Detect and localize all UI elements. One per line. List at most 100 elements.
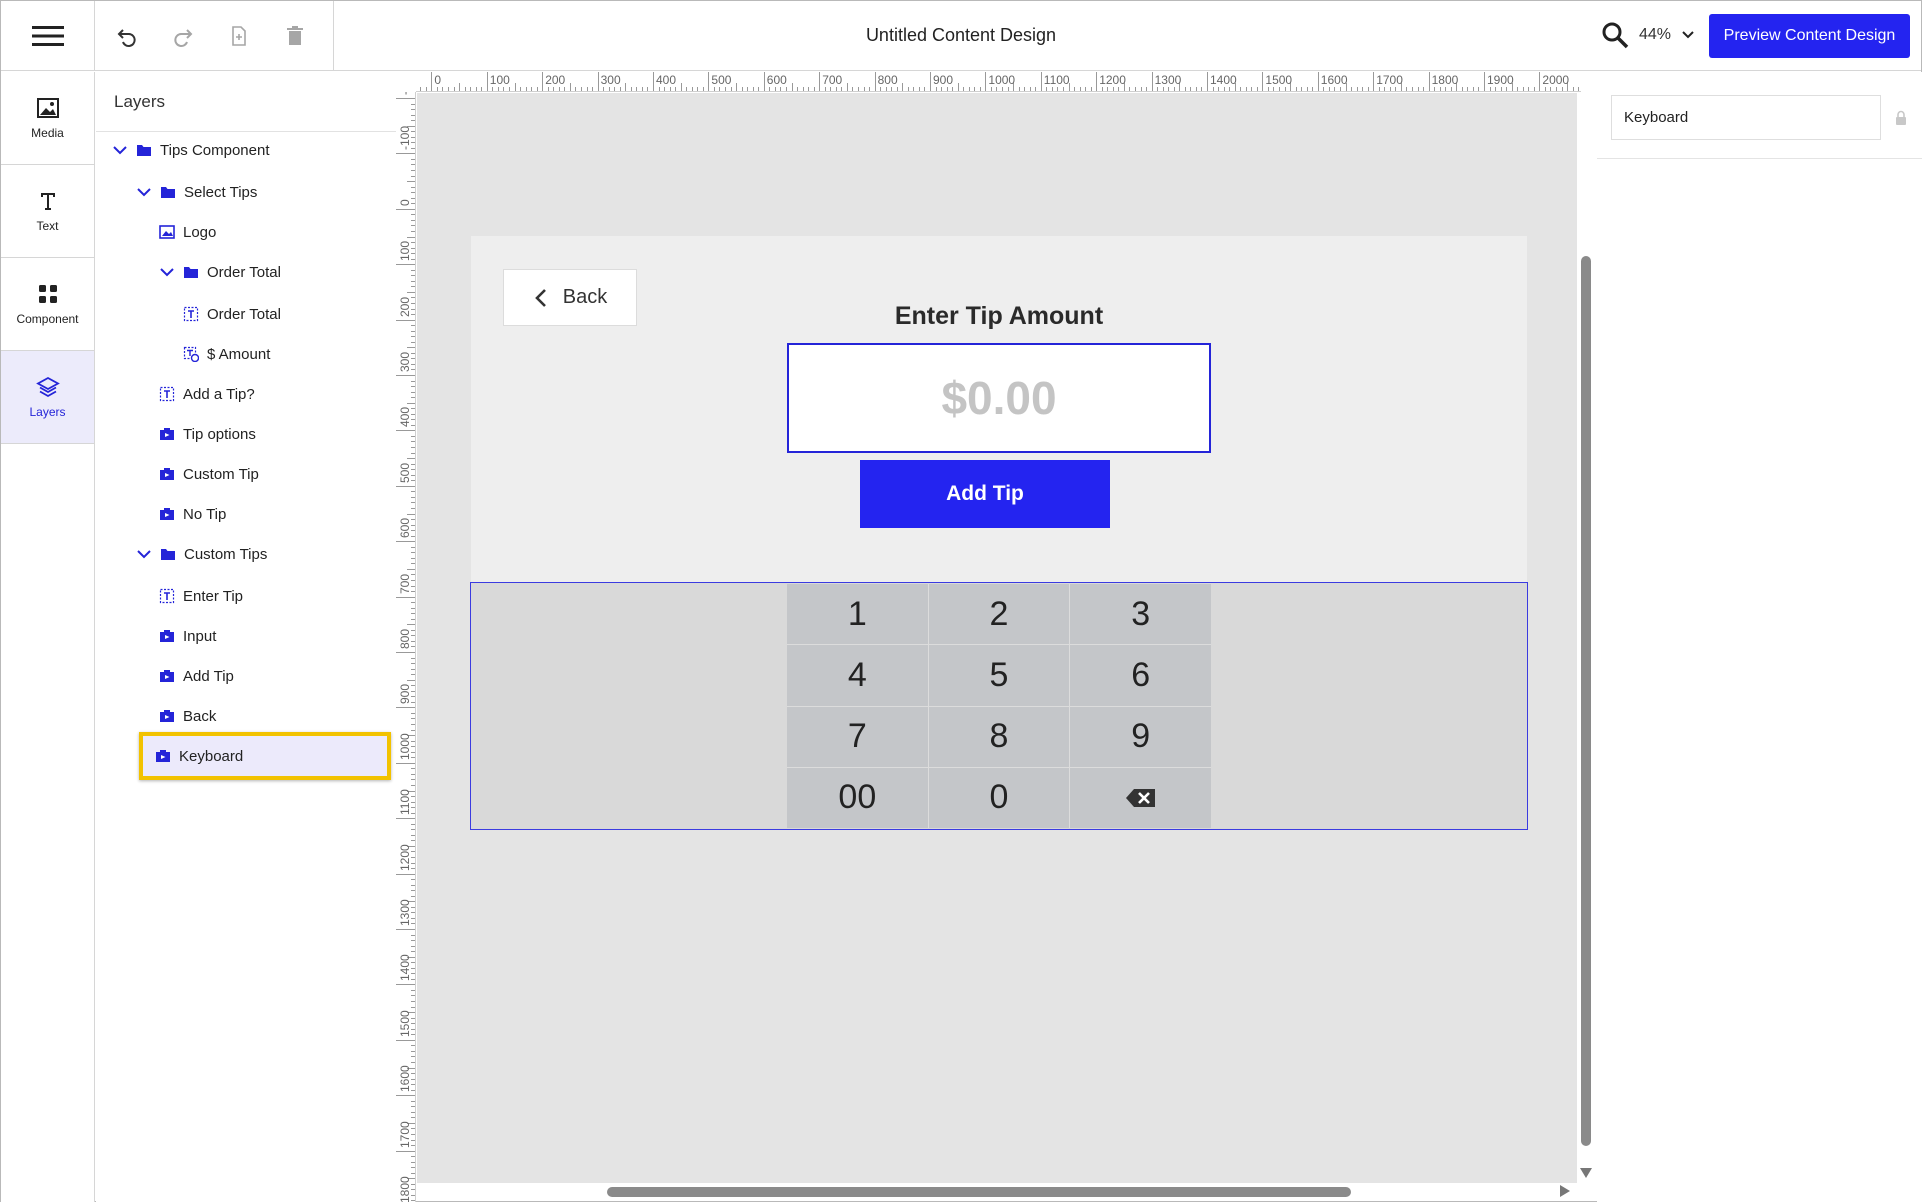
rail-item-media[interactable]: Media — [1, 72, 94, 165]
ruler-minor-tick — [769, 87, 771, 91]
key-00[interactable]: 00 — [787, 767, 928, 828]
key-0[interactable]: 0 — [928, 767, 1070, 828]
ruler-major-tick — [1096, 72, 1098, 91]
ruler-label: 1300 — [1154, 73, 1182, 87]
layer-logo[interactable]: Logo — [159, 216, 216, 248]
design-canvas[interactable]: Back Enter Tip Amount Add Tip 1 2 3 4 5 … — [417, 93, 1577, 1183]
layer-amount[interactable]: $ Amount — [183, 338, 270, 370]
layer-order-total-text[interactable]: Order Total — [183, 298, 281, 330]
key-8[interactable]: 8 — [928, 706, 1070, 767]
ruler-minor-tick — [1085, 87, 1087, 91]
ruler-minor-tick — [1351, 87, 1353, 91]
ruler-minor-tick — [719, 87, 721, 91]
keyboard-component[interactable]: 1 2 3 4 5 6 7 8 9 00 0 — [470, 582, 1528, 830]
layer-custom-tips[interactable]: Custom Tips — [136, 538, 267, 570]
ruler-major-tick — [396, 1150, 415, 1152]
ruler-minor-tick — [411, 829, 415, 831]
preview-content-design-button[interactable]: Preview Content Design — [1709, 14, 1910, 58]
chevron-down-icon[interactable] — [1681, 28, 1695, 42]
menu-button[interactable] — [1, 1, 95, 71]
layer-order-total-group[interactable]: Order Total — [159, 256, 281, 288]
ruler-minor-tick — [1240, 87, 1242, 91]
rail-item-text[interactable]: Text — [1, 165, 94, 258]
layer-enter-tip[interactable]: Enter Tip — [159, 580, 243, 612]
search-icon[interactable] — [1601, 21, 1629, 49]
ruler-minor-tick — [785, 87, 787, 91]
layer-input[interactable]: Input — [159, 620, 216, 652]
lock-icon[interactable] — [1894, 110, 1908, 126]
add-page-button[interactable] — [224, 21, 254, 51]
ruler-minor-tick — [752, 87, 754, 91]
layer-name-field[interactable] — [1611, 95, 1881, 140]
add-tip-button[interactable]: Add Tip — [860, 460, 1110, 528]
key-4[interactable]: 4 — [787, 645, 928, 706]
ruler-minor-tick — [1334, 87, 1336, 91]
key-2[interactable]: 2 — [928, 584, 1070, 645]
ruler-major-tick — [1373, 72, 1375, 91]
chevron-down-icon[interactable] — [136, 546, 152, 562]
ruler-minor-tick — [946, 87, 948, 91]
ruler-minor-tick — [852, 87, 854, 91]
text-field-icon — [183, 306, 199, 322]
ruler-minor-tick — [691, 87, 693, 91]
ruler-minor-tick — [411, 336, 415, 338]
ruler-minor-tick — [464, 87, 466, 91]
chevron-down-icon[interactable] — [136, 184, 152, 200]
layers-icon — [35, 376, 60, 398]
layer-no-tip[interactable]: No Tip — [159, 498, 226, 530]
ruler-minor-tick — [669, 87, 671, 91]
ruler-major-tick — [763, 72, 765, 91]
ruler-minor-tick — [924, 87, 926, 91]
redo-button[interactable] — [168, 21, 198, 51]
key-6[interactable]: 6 — [1070, 645, 1211, 706]
layer-keyboard-selected[interactable]: Keyboard — [139, 732, 391, 780]
key-5[interactable]: 5 — [928, 645, 1070, 706]
ruler-minor-tick — [411, 768, 415, 770]
key-7[interactable]: 7 — [787, 706, 928, 767]
layer-custom-tip[interactable]: Custom Tip — [159, 458, 259, 490]
ruler-minor-tick — [411, 286, 415, 288]
delete-button[interactable] — [280, 21, 310, 51]
ruler-minor-tick — [741, 87, 743, 91]
ruler-minor-tick — [1450, 87, 1452, 91]
ruler-minor-tick — [1367, 87, 1369, 91]
app-window: Untitled Content Design 44% Preview Cont… — [0, 0, 1922, 1202]
vertical-scrollbar[interactable] — [1581, 256, 1591, 1146]
ruler-minor-tick — [520, 87, 522, 91]
zoom-level[interactable]: 44% — [1639, 26, 1671, 44]
tip-amount-input[interactable] — [787, 343, 1211, 453]
ruler-minor-tick — [481, 87, 483, 91]
zoom-control[interactable]: 44% — [1601, 15, 1695, 55]
layer-add-a-tip[interactable]: Add a Tip? — [159, 378, 255, 410]
undo-button[interactable] — [112, 21, 142, 51]
key-3[interactable]: 3 — [1070, 584, 1211, 645]
ruler-minor-tick — [614, 87, 616, 91]
key-backspace[interactable] — [1070, 767, 1211, 828]
ruler-minor-tick — [641, 87, 643, 91]
ruler-minor-tick — [411, 602, 415, 604]
chevron-down-icon[interactable] — [159, 264, 175, 280]
ruler-minor-tick — [411, 1161, 415, 1163]
layer-back[interactable]: Back — [159, 700, 216, 732]
horizontal-scrollbar[interactable] — [607, 1187, 1351, 1197]
rail-item-component[interactable]: Component — [1, 258, 94, 351]
rail-item-layers[interactable]: Layers — [1, 351, 94, 444]
key-9[interactable]: 9 — [1070, 706, 1211, 767]
ruler-minor-tick — [963, 87, 965, 91]
layer-add-tip[interactable]: Add Tip — [159, 660, 234, 692]
scroll-down-arrow-icon[interactable] — [1579, 1167, 1593, 1179]
ruler-minor-tick — [935, 87, 937, 91]
artboard[interactable]: Back Enter Tip Amount Add Tip — [471, 236, 1527, 590]
layer-tips-component[interactable]: Tips Component — [112, 134, 270, 166]
ruler-major-tick — [1317, 72, 1319, 91]
chevron-down-icon[interactable] — [112, 142, 128, 158]
ruler-minor-tick — [636, 87, 638, 91]
ruler-minor-tick — [586, 87, 588, 91]
ruler-minor-tick — [697, 87, 699, 91]
ruler-major-tick — [396, 98, 415, 99]
layer-select-tips[interactable]: Select Tips — [136, 176, 257, 208]
layer-tip-options[interactable]: Tip options — [159, 418, 256, 450]
scroll-right-arrow-icon[interactable] — [1559, 1184, 1571, 1198]
key-1[interactable]: 1 — [787, 584, 928, 645]
ruler-major-tick — [486, 72, 488, 91]
